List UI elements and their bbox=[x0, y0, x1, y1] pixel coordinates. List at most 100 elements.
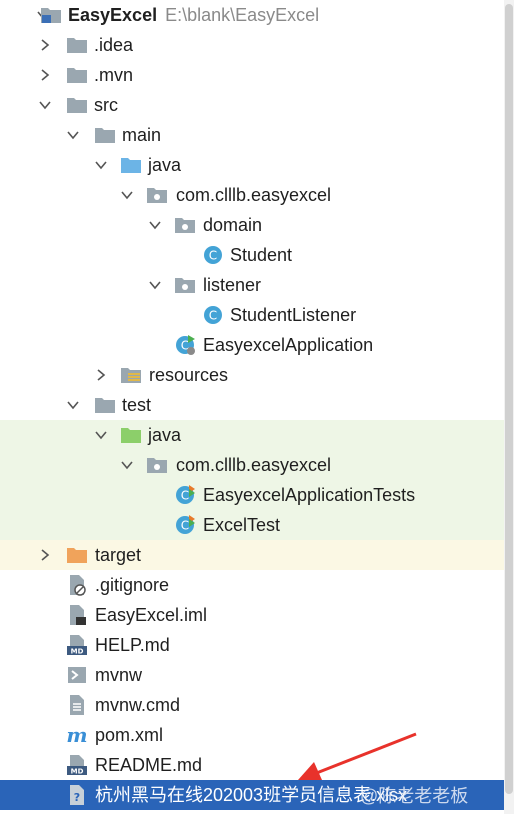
folder-icon bbox=[94, 124, 116, 146]
tree-row-mvnw[interactable]: mvnw bbox=[0, 660, 504, 690]
svg-text:C: C bbox=[181, 489, 189, 503]
chevron-right-icon[interactable] bbox=[36, 36, 54, 54]
chevron-down-icon[interactable] bbox=[118, 456, 136, 474]
tree-label: domain bbox=[203, 215, 263, 235]
chevron-down-icon[interactable] bbox=[92, 156, 110, 174]
tree-label: README.md bbox=[95, 755, 203, 775]
annotation-arrow-icon bbox=[298, 732, 417, 780]
chevron-right-icon[interactable] bbox=[36, 546, 54, 564]
package-icon bbox=[174, 274, 196, 296]
svg-text:?: ? bbox=[74, 791, 80, 804]
chevron-down-icon[interactable] bbox=[64, 396, 82, 414]
tree-row-test-package[interactable]: com.clllb.easyexcel bbox=[0, 450, 504, 480]
tree-label: target bbox=[95, 545, 142, 565]
chevron-down-icon[interactable] bbox=[146, 276, 164, 294]
package-icon bbox=[146, 454, 168, 476]
tree-label: test bbox=[122, 395, 152, 415]
unknown-file-icon: ? bbox=[66, 784, 88, 806]
chevron-down-icon[interactable] bbox=[118, 186, 136, 204]
chevron-down-icon[interactable] bbox=[64, 126, 82, 144]
tree-row-app-tests[interactable]: C EasyexcelApplicationTests bbox=[0, 480, 504, 510]
tree-label: listener bbox=[203, 275, 262, 295]
svg-text:C: C bbox=[209, 309, 217, 323]
iml-file-icon bbox=[66, 604, 88, 626]
scrollbar-thumb[interactable] bbox=[505, 4, 513, 794]
tree-row-mvn[interactable]: .mvn bbox=[0, 60, 504, 90]
svg-text:C: C bbox=[181, 519, 189, 533]
excluded-folder-icon bbox=[66, 544, 88, 566]
chevron-down-icon[interactable] bbox=[36, 96, 54, 114]
tree-label: mvnw.cmd bbox=[95, 695, 181, 715]
spring-boot-class-icon: C bbox=[175, 334, 197, 356]
tree-row-idea[interactable]: .idea bbox=[0, 30, 504, 60]
tree-row-target[interactable]: target bbox=[0, 540, 504, 570]
tree-label: StudentListener bbox=[230, 305, 357, 325]
module-folder-icon bbox=[40, 4, 62, 26]
tree-row-help[interactable]: MD HELP.md bbox=[0, 630, 504, 660]
package-icon bbox=[174, 214, 196, 236]
test-class-icon: C bbox=[175, 484, 197, 506]
tree-row-src[interactable]: src bbox=[0, 90, 504, 120]
folder-icon bbox=[66, 64, 88, 86]
text-file-icon bbox=[66, 694, 88, 716]
chevron-down-icon[interactable] bbox=[92, 426, 110, 444]
tree-label: Student bbox=[230, 245, 293, 265]
tree-label: pom.xml bbox=[95, 725, 164, 745]
class-icon: C bbox=[202, 244, 224, 266]
maven-icon: m bbox=[66, 724, 88, 746]
tree-row-iml[interactable]: EasyExcel.iml bbox=[0, 600, 504, 630]
tree-row-student-listener[interactable]: C StudentListener bbox=[0, 300, 504, 330]
tree-row-listener[interactable]: listener bbox=[0, 270, 504, 300]
tree-row-main-package[interactable]: com.clllb.easyexcel bbox=[0, 180, 504, 210]
tree-row-test[interactable]: test bbox=[0, 390, 504, 420]
tree-label: HELP.md bbox=[95, 635, 170, 655]
folder-icon bbox=[94, 394, 116, 416]
tree-label: mvnw bbox=[95, 665, 143, 685]
tree-row-test-java[interactable]: java bbox=[0, 420, 504, 450]
tree-label: .idea bbox=[94, 35, 134, 55]
tree-row-pom[interactable]: m pom.xml bbox=[0, 720, 504, 750]
markdown-file-icon: MD bbox=[66, 754, 88, 776]
test-source-folder-icon bbox=[120, 424, 142, 446]
tree-row-excel-test[interactable]: C ExcelTest bbox=[0, 510, 504, 540]
tree-row-resources[interactable]: resources bbox=[0, 360, 504, 390]
folder-icon bbox=[66, 94, 88, 116]
tree-label: com.clllb.easyexcel bbox=[176, 185, 332, 205]
tree-label: EasyExcel.iml bbox=[95, 605, 208, 625]
tree-label: ExcelTest bbox=[203, 515, 281, 535]
tree-label: java bbox=[148, 155, 182, 175]
ignore-file-icon bbox=[66, 574, 88, 596]
chevron-right-icon[interactable] bbox=[92, 366, 110, 384]
vertical-scrollbar[interactable] bbox=[504, 0, 514, 814]
project-name: EasyExcel bbox=[68, 5, 158, 25]
source-folder-icon bbox=[120, 154, 142, 176]
markdown-file-icon: MD bbox=[66, 634, 88, 656]
shell-script-icon bbox=[66, 664, 88, 686]
tree-label: .mvn bbox=[94, 65, 134, 85]
tree-row-application[interactable]: C EasyexcelApplication bbox=[0, 330, 504, 360]
tree-row-project-root[interactable]: EasyExcel E:\blank\EasyExcel bbox=[0, 0, 504, 30]
tree-row-domain[interactable]: domain bbox=[0, 210, 504, 240]
tree-row-gitignore[interactable]: .gitignore bbox=[0, 570, 504, 600]
package-icon bbox=[146, 184, 168, 206]
tree-row-main[interactable]: main bbox=[0, 120, 504, 150]
tree-label: EasyexcelApplication bbox=[203, 335, 374, 355]
chevron-down-icon[interactable] bbox=[146, 216, 164, 234]
tree-row-student[interactable]: C Student bbox=[0, 240, 504, 270]
tree-label: .gitignore bbox=[95, 575, 170, 595]
class-icon: C bbox=[202, 304, 224, 326]
chevron-right-icon[interactable] bbox=[36, 66, 54, 84]
tree-label: src bbox=[94, 95, 118, 115]
tree-row-main-java[interactable]: java bbox=[0, 150, 504, 180]
svg-text:MD: MD bbox=[71, 648, 84, 656]
tree-label: java bbox=[148, 425, 182, 445]
test-class-icon: C bbox=[175, 514, 197, 536]
svg-text:m: m bbox=[66, 725, 87, 745]
tree-row-readme[interactable]: MD README.md bbox=[0, 750, 504, 780]
svg-text:C: C bbox=[209, 249, 217, 263]
tree-label: com.clllb.easyexcel bbox=[176, 455, 332, 475]
tree-label: resources bbox=[149, 365, 229, 385]
tree-label: main bbox=[122, 125, 162, 145]
tree-row-mvnw-cmd[interactable]: mvnw.cmd bbox=[0, 690, 504, 720]
tree-label: EasyexcelApplicationTests bbox=[203, 485, 416, 505]
